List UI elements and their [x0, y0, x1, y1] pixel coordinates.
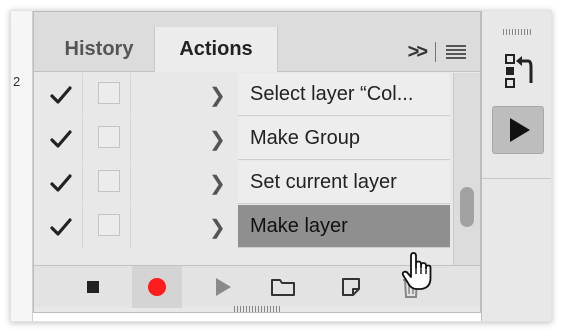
column-divider [130, 73, 131, 116]
panel-tab-bar: History Actions >> [34, 12, 480, 72]
actions-panel: History Actions >> ❯ Select layer “Col..… [33, 11, 481, 313]
new-action-button[interactable] [326, 266, 376, 308]
column-divider [130, 205, 131, 248]
new-set-button[interactable] [258, 266, 308, 308]
column-divider [82, 117, 83, 160]
collapsed-panel-dock [481, 11, 551, 321]
chevron-right-icon[interactable]: ❯ [209, 215, 226, 240]
chevron-right-icon[interactable]: ❯ [209, 83, 226, 108]
panel-menu-icon[interactable] [446, 45, 466, 59]
action-step-label: Make Group [238, 117, 450, 160]
dock-divider [482, 178, 551, 179]
column-divider [130, 161, 131, 204]
hand-cursor-icon [401, 252, 432, 290]
list-scrollbar[interactable] [453, 73, 480, 265]
column-divider [82, 73, 83, 116]
screenshot-frame: 2 History Actions >> ❯ Select layer “Col… [10, 10, 552, 322]
play-icon [215, 278, 231, 296]
dialog-toggle-box[interactable] [98, 170, 120, 192]
checkmark-icon[interactable] [50, 217, 72, 237]
history-panel-icon[interactable] [502, 51, 534, 91]
record-button[interactable] [132, 266, 182, 308]
dialog-toggle-box[interactable] [98, 126, 120, 148]
action-step-label: Set current layer [238, 161, 450, 204]
tab-actions[interactable]: Actions [154, 27, 278, 72]
checkmark-icon[interactable] [50, 129, 72, 149]
actions-list: ❯ Select layer “Col... ❯ Make Group ❯ Se… [34, 73, 452, 263]
new-item-icon [342, 278, 360, 296]
stop-icon [87, 281, 99, 293]
list-item[interactable]: ❯ Select layer “Col... [34, 73, 452, 116]
action-step-label: Select layer “Col... [238, 73, 450, 116]
dialog-toggle-box[interactable] [98, 82, 120, 104]
column-divider [130, 117, 131, 160]
checkmark-icon[interactable] [50, 173, 72, 193]
checkmark-icon[interactable] [50, 85, 72, 105]
panel-resize-grip[interactable] [234, 306, 282, 312]
list-item-selected[interactable]: ❯ Make layer [34, 205, 452, 248]
column-divider [82, 161, 83, 204]
list-item[interactable]: ❯ Make Group [34, 117, 452, 160]
record-icon [148, 278, 166, 296]
play-button[interactable] [198, 266, 248, 308]
expand-panel-icon[interactable]: >> [408, 41, 428, 64]
stop-button[interactable] [68, 266, 118, 308]
action-step-label: Make layer [238, 205, 450, 248]
panel-tools: >> [408, 40, 466, 64]
dock-grip[interactable] [503, 29, 533, 35]
play-icon [510, 118, 530, 142]
chevron-right-icon[interactable]: ❯ [209, 127, 226, 152]
canvas-partial-text: 2 [13, 74, 21, 89]
tools-separator [435, 42, 436, 62]
column-divider [82, 205, 83, 248]
list-item[interactable]: ❯ Set current layer [34, 161, 452, 204]
chevron-right-icon[interactable]: ❯ [209, 171, 226, 196]
scrollbar-thumb[interactable] [460, 187, 474, 227]
actions-panel-button[interactable] [492, 106, 544, 154]
tab-history[interactable]: History [44, 27, 154, 72]
dialog-toggle-box[interactable] [98, 214, 120, 236]
canvas-edge: 2 [11, 11, 33, 321]
folder-icon [271, 279, 295, 296]
